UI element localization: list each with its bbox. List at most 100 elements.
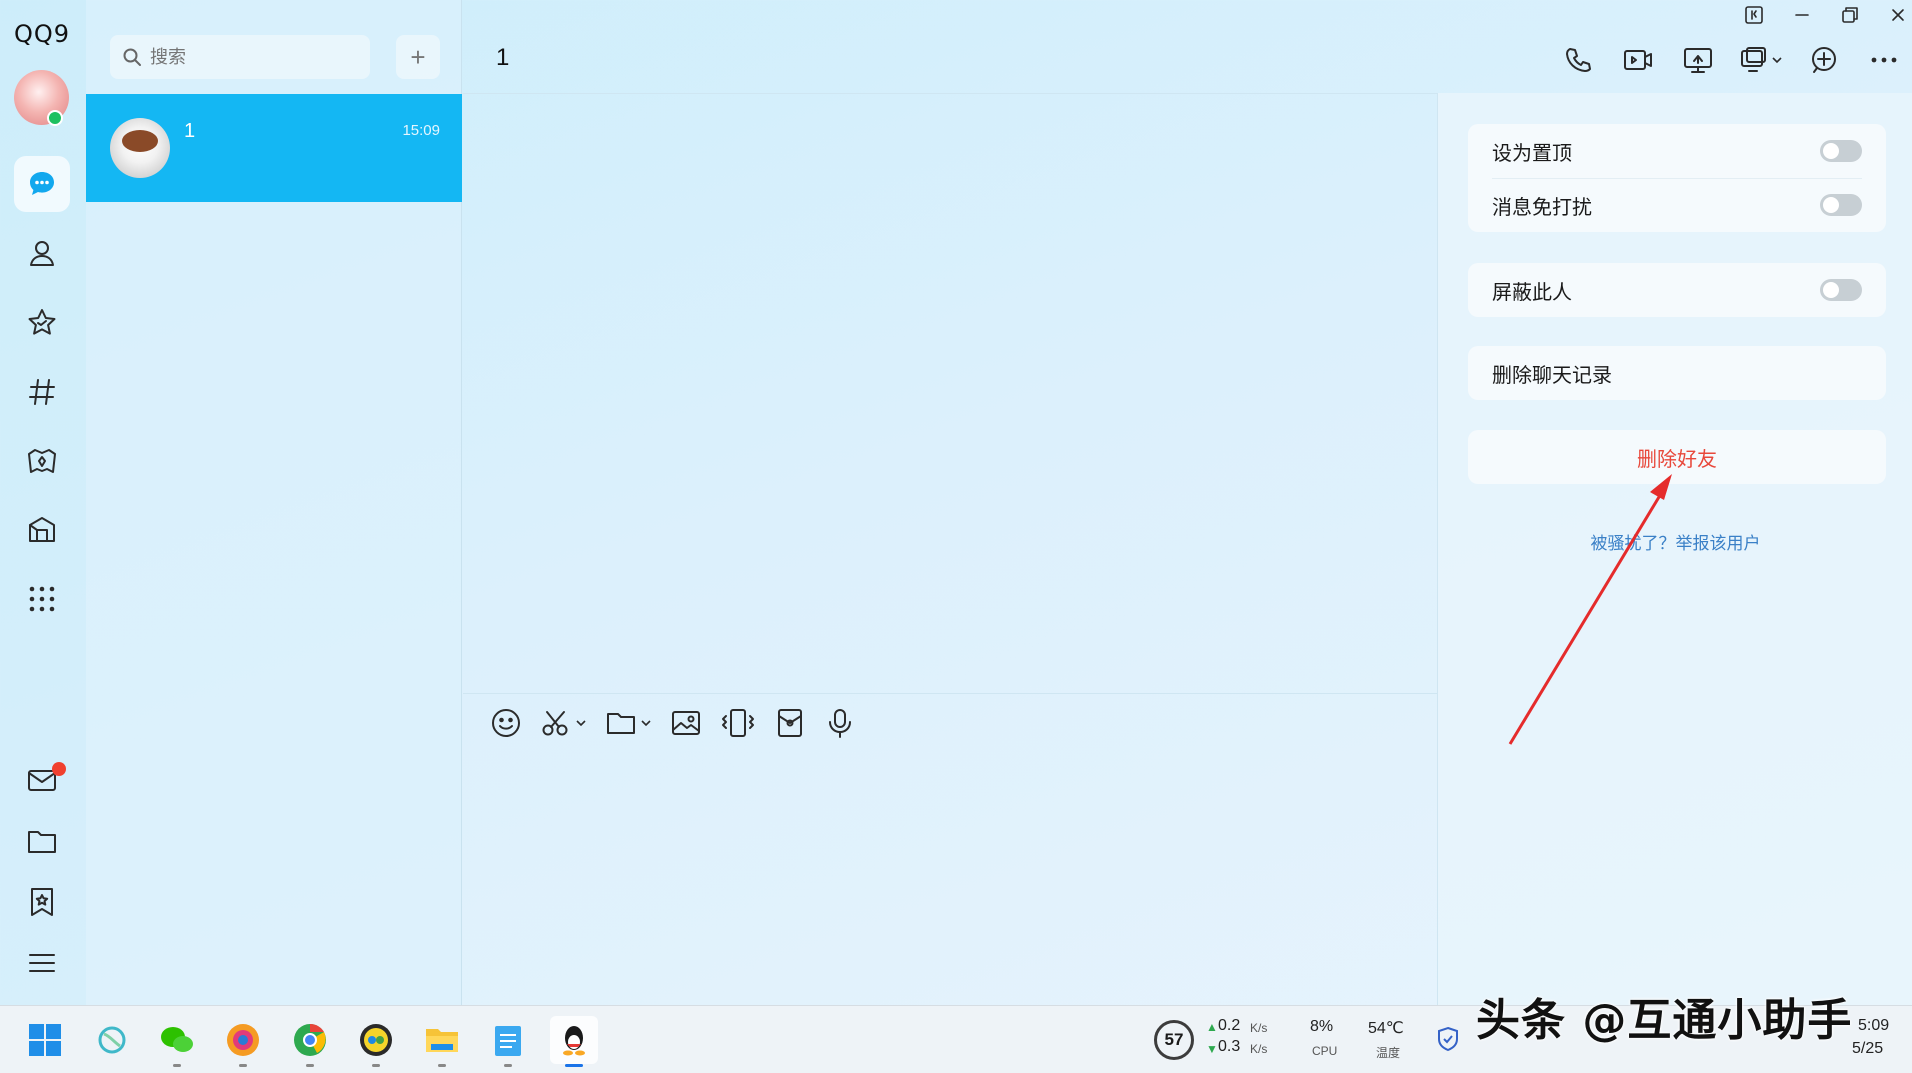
file-button[interactable]: [605, 702, 652, 744]
chat-header-toolbar: [1548, 42, 1912, 78]
net-download-unit: K/s: [1250, 1042, 1268, 1056]
add-member-button[interactable]: [1794, 42, 1854, 78]
conversation-item[interactable]: 1 15:09: [86, 94, 462, 202]
restore-button[interactable]: [1826, 0, 1874, 30]
pin-icon: [1745, 6, 1763, 24]
download-arrow-icon: ▼: [1206, 1042, 1218, 1056]
nav-bookmark-button[interactable]: [14, 874, 70, 930]
delete-friend-button[interactable]: 删除好友: [1468, 430, 1886, 484]
chat-header-divider: [463, 93, 1437, 94]
apps-grid-icon: [29, 586, 55, 612]
emoji-button[interactable]: [490, 702, 522, 744]
minimize-icon: [1795, 14, 1809, 16]
pin-window-button[interactable]: [1730, 0, 1778, 30]
shake-button[interactable]: [720, 702, 756, 744]
nav-menu-button[interactable]: [14, 935, 70, 991]
nav-chat-button[interactable]: [14, 156, 70, 212]
screen-share-button[interactable]: [1668, 42, 1728, 78]
red-packet-icon: [778, 709, 802, 737]
file-explorer-app[interactable]: [418, 1016, 466, 1067]
pin-top-toggle[interactable]: [1820, 140, 1862, 162]
minimize-button[interactable]: [1778, 0, 1826, 30]
nav-mail-button[interactable]: [14, 752, 70, 808]
close-button[interactable]: [1874, 0, 1912, 30]
mute-row[interactable]: 消息免打扰: [1468, 178, 1886, 232]
nav-store-button[interactable]: [14, 502, 70, 558]
remote-assist-button[interactable]: [1728, 42, 1794, 78]
chat-icon: [30, 172, 54, 195]
nav-apps-button[interactable]: [14, 571, 70, 627]
notepad-app[interactable]: [484, 1016, 532, 1067]
file-icon: [607, 713, 635, 734]
contacts-icon: [30, 241, 54, 266]
qq-app[interactable]: [550, 1016, 598, 1067]
clock-date[interactable]: 5/25: [1852, 1040, 1883, 1058]
red-packet-button[interactable]: [774, 702, 806, 744]
search-box[interactable]: [110, 35, 370, 79]
block-row[interactable]: 屏蔽此人: [1468, 263, 1886, 317]
cpu-label: CPU: [1312, 1044, 1338, 1058]
voice-message-icon: [829, 709, 851, 738]
nav-contacts-button[interactable]: [14, 225, 70, 281]
chrome-app[interactable]: [286, 1016, 334, 1067]
browser-icon: [227, 1024, 259, 1056]
image-icon: [672, 711, 700, 735]
nav-games-button[interactable]: [14, 433, 70, 489]
more-icon: [1871, 57, 1897, 63]
mute-label: 消息免打扰: [1492, 196, 1592, 219]
cpu-percent: 8%: [1310, 1018, 1334, 1035]
start-button[interactable]: [21, 1016, 69, 1064]
pin-top-label: 设为置顶: [1492, 142, 1572, 165]
video-call-button[interactable]: [1608, 42, 1668, 78]
mute-toggle[interactable]: [1820, 194, 1862, 216]
notepad-icon: [495, 1026, 521, 1056]
nav-rail: QQ9: [0, 0, 86, 1005]
contact-avatar: [110, 118, 170, 178]
wechat-icon: [161, 1027, 193, 1052]
net-upload: 0.2: [1218, 1017, 1241, 1034]
chevron-down-icon: [576, 720, 586, 727]
search-icon: [123, 48, 141, 66]
nav-channels-button[interactable]: [14, 364, 70, 420]
add-button[interactable]: +: [396, 35, 440, 79]
delete-friend-card: 删除好友: [1468, 430, 1886, 484]
pin-top-row[interactable]: 设为置顶: [1468, 124, 1886, 178]
conversation-name: 1: [184, 120, 196, 142]
pin-mute-card: 设为置顶 消息免打扰: [1468, 124, 1886, 232]
wechat-app[interactable]: [153, 1016, 201, 1067]
input-divider: [463, 693, 1437, 694]
block-label: 屏蔽此人: [1492, 281, 1572, 304]
channels-icon: [29, 379, 55, 405]
report-user-link[interactable]: 被骚扰了？举报该用户: [1438, 529, 1912, 554]
games-icon: [28, 449, 56, 473]
copilot-app[interactable]: [88, 1016, 136, 1064]
add-member-icon: [1812, 47, 1836, 73]
block-toggle[interactable]: [1820, 279, 1862, 301]
shield-icon[interactable]: [1436, 1026, 1460, 1052]
delete-history-card: 删除聊天记录: [1468, 346, 1886, 400]
nav-favorites-button[interactable]: [14, 295, 70, 351]
online-status-dot: [47, 110, 63, 126]
search-input[interactable]: [150, 46, 350, 68]
close-icon: [1892, 9, 1904, 21]
music-app[interactable]: [352, 1016, 400, 1067]
windows-start-icon: [29, 1024, 61, 1056]
voice-call-icon: [1566, 48, 1591, 72]
image-button[interactable]: [670, 702, 702, 744]
performance-score[interactable]: 57: [1154, 1020, 1194, 1060]
app-logo: QQ9: [14, 20, 71, 48]
copilot-icon: [98, 1026, 126, 1054]
clock-time[interactable]: 5:09: [1858, 1017, 1889, 1035]
more-button[interactable]: [1854, 42, 1912, 78]
voice-call-button[interactable]: [1548, 42, 1608, 78]
temperature: 54℃: [1368, 1020, 1404, 1037]
voice-message-button[interactable]: [824, 702, 856, 744]
screenshot-button[interactable]: [540, 702, 587, 744]
nav-folder-button[interactable]: [14, 813, 70, 869]
favorites-icon: [28, 309, 56, 335]
delete-history-button[interactable]: 删除聊天记录: [1468, 346, 1886, 400]
net-download: 0.3: [1218, 1038, 1241, 1055]
video-call-icon: [1624, 50, 1652, 70]
browser-app[interactable]: [219, 1016, 267, 1067]
window-controls: [1730, 0, 1912, 30]
